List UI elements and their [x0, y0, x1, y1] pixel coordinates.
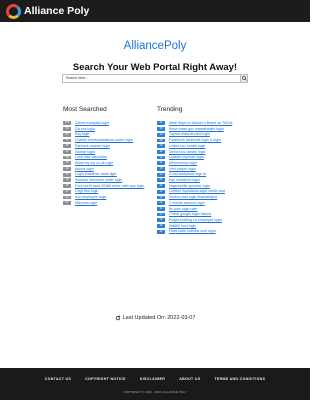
last-updated-text: Last Updated On: 2022-03-07: [122, 315, 196, 321]
count-badge: 77: [63, 138, 71, 143]
search-input[interactable]: Search here...: [62, 74, 242, 83]
footer: CONTACT US COPYRIGHT NOTICE DISCLAIMER ABOU…: [0, 368, 310, 400]
count-badge: 41: [157, 206, 165, 211]
list-item-link[interactable]: Facebook facebook login & login: [169, 138, 267, 142]
list-item-link[interactable]: Nyc marathon login: [169, 178, 267, 182]
list-item-link[interactable]: Vern player login: [169, 167, 267, 171]
count-badge: 17: [157, 189, 165, 194]
count-badge: 101: [63, 132, 71, 137]
list-item-link[interactable]: Upstate mychart login: [169, 155, 267, 159]
footer-link[interactable]: ABOUT US: [179, 377, 200, 381]
count-badge: 75: [63, 172, 71, 177]
list-item: 35 Walt80 kool login: [157, 224, 267, 228]
count-badge: 23: [157, 195, 165, 200]
logo-icon[interactable]: [6, 3, 21, 19]
count-badge: 49: [63, 167, 71, 171]
list-item-link[interactable]: 3 mobile account login: [169, 201, 267, 205]
count-badge: 58: [63, 155, 71, 160]
count-badge: 55: [63, 149, 71, 154]
list-item-link[interactable]: Www mass gov massshealth login: [169, 127, 267, 131]
list-item: 18 Vern player login: [157, 167, 267, 171]
page-headline: Search Your Web Portal Right Away!: [72, 62, 238, 73]
list-item: 17 Lumber liquidators login credit card: [157, 189, 267, 194]
count-badge: 53: [63, 195, 71, 200]
count-badge: 35: [157, 224, 165, 228]
list-item: 27 Check google login history: [157, 212, 267, 217]
count-badge: 21: [157, 184, 165, 188]
count-badge: 44: [157, 229, 165, 234]
list-item: 23 Nyc marathon login: [157, 178, 267, 183]
top-bar: Alliance Poly: [0, 0, 310, 22]
count-badge: 27: [157, 212, 165, 217]
list-item: 22 United cox health login: [157, 144, 267, 148]
trending-list: 41 Ideal Ways to Market a Brand on TikTok…: [157, 121, 267, 234]
list-item-link[interactable]: Haynesville sprouter login: [169, 184, 267, 188]
logo-text[interactable]: Alliance Poly: [24, 5, 89, 17]
footer-link[interactable]: CONTACT US: [45, 377, 71, 381]
list-item-link[interactable]: Check google login history: [169, 212, 267, 216]
list-item: 40 Toyota rewards card login: [157, 132, 267, 137]
count-badge: 41: [157, 121, 165, 126]
list-item: 38 Www mass gov massshealth login: [157, 127, 267, 131]
count-badge: 18: [157, 167, 165, 171]
list-item-link[interactable]: Lumber liquidators login credit card: [169, 189, 267, 193]
list-item-link[interactable]: Coral workplace sign in: [169, 172, 267, 176]
list-item: 41 Ifs auto login user: [157, 207, 267, 211]
count-badge: 36: [63, 144, 71, 148]
list-item: 20 3 mobile account login: [157, 201, 267, 206]
count-badge: 573: [63, 121, 71, 126]
list-item-link[interactable]: Direct bus canary login: [169, 150, 267, 154]
list-item-link[interactable]: Hbss www cosmus com login: [169, 229, 267, 233]
search-icon: [241, 76, 247, 81]
count-badge: 13: [157, 218, 165, 223]
list-item-link[interactable]: Mimomoove login: [169, 161, 267, 165]
count-badge: 30: [157, 155, 165, 160]
count-badge: 22: [157, 144, 165, 148]
list-item-link[interactable]: Toyota rewards card login: [169, 132, 267, 136]
count-badge: 32: [157, 161, 165, 166]
count-badge: 38: [157, 127, 165, 131]
count-badge: 40: [157, 132, 165, 137]
list-item-link[interactable]: Ifs auto login user: [169, 207, 267, 211]
list-item-link[interactable]: Rages bulding co employee login: [169, 218, 267, 222]
count-badge: 23: [157, 178, 165, 183]
search-button[interactable]: [240, 74, 248, 83]
trending-section: Trending 41 Ideal Ways to Market a Brand …: [157, 106, 267, 235]
count-badge: 61: [63, 201, 71, 206]
count-badge: 70: [63, 178, 71, 183]
list-item: 44 Hbss www cosmus com login: [157, 229, 267, 234]
refresh-icon: [115, 315, 120, 321]
list-item: 24 Coral workplace sign in: [157, 172, 267, 177]
footer-nav: CONTACT US COPYRIGHT NOTICE DISCLAIMER ABOU…: [0, 377, 310, 381]
list-item: 32 Mimomoove login: [157, 161, 267, 166]
list-item: 45 Facebook facebook login & login: [157, 138, 267, 143]
count-badge: 39: [63, 127, 71, 131]
list-item: 23 Zimbra mail login fedmarkspot: [157, 195, 267, 200]
count-badge: 47: [63, 189, 71, 194]
list-item: 41 Ideal Ways to Market a Brand on TikTok: [157, 121, 267, 126]
count-badge: 73: [63, 184, 71, 188]
list-item: 39 Direct bus canary login: [157, 150, 267, 154]
count-badge: 24: [157, 172, 165, 177]
site-title: AlliancePoly: [123, 40, 187, 52]
count-badge: 39: [157, 149, 165, 154]
trending-title: Trending: [157, 106, 183, 113]
list-item: 21 Haynesville sprouter login: [157, 184, 267, 188]
footer-link[interactable]: COPYRIGHT NOTICE: [85, 377, 126, 381]
list-item: 13 Rages bulding co employee login: [157, 218, 267, 223]
list-item-link[interactable]: United cox health login: [169, 144, 267, 148]
footer-link[interactable]: DISCLAIMER: [140, 377, 165, 381]
list-item-link[interactable]: Zimbra mail login fedmarkspot: [169, 195, 267, 199]
count-badge: 45: [157, 138, 165, 143]
list-item-link[interactable]: Walt80 kool login: [169, 224, 267, 228]
count-badge: 20: [157, 201, 165, 206]
last-updated: Last Updated On: 2022-03-07: [0, 315, 310, 321]
footer-link[interactable]: TERMS AND CONDITIONS: [214, 377, 265, 381]
list-item-link[interactable]: Ideal Ways to Market a Brand on TikTok: [169, 121, 267, 125]
copyright-text: COPYRIGHT © 2020 - 2022 | ALLIANCE POLY: [123, 390, 187, 394]
list-item: 30 Upstate mychart login: [157, 155, 267, 160]
count-badge: 46: [63, 161, 71, 166]
